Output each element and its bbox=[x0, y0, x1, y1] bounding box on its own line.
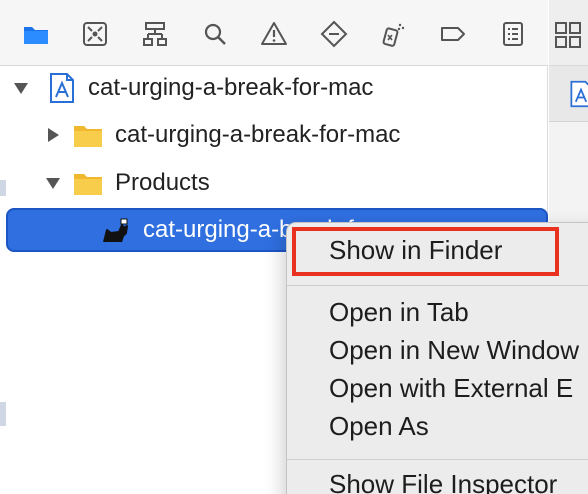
project-label: cat-urging-a-break-for-mac bbox=[88, 74, 374, 101]
menu-item-open-with-external[interactable]: Open with External E bbox=[329, 373, 573, 404]
source-control-icon[interactable] bbox=[75, 14, 115, 54]
warning-icon[interactable] bbox=[254, 14, 294, 54]
xcode-project-icon bbox=[46, 72, 78, 104]
report-list-icon[interactable] bbox=[493, 14, 533, 54]
menu-item-open-in-new-window[interactable]: Open in New Window bbox=[329, 335, 579, 366]
menu-item-open-in-tab[interactable]: Open in Tab bbox=[329, 297, 469, 328]
symbol-hierarchy-icon[interactable] bbox=[135, 14, 175, 54]
editor-tab-bar[interactable] bbox=[549, 66, 588, 122]
cat-app-icon bbox=[100, 216, 132, 248]
xcode-project-icon bbox=[570, 80, 588, 108]
menu-item-show-file-inspector[interactable]: Show File Inspector bbox=[329, 469, 557, 494]
navigator-toolbar bbox=[0, 0, 548, 66]
grid-layout-icon bbox=[555, 22, 581, 48]
folder-icon bbox=[72, 167, 104, 199]
search-icon[interactable] bbox=[195, 14, 235, 54]
breakpoint-tag-icon[interactable] bbox=[433, 14, 473, 54]
annotation-highlight-box bbox=[292, 227, 559, 276]
folder-icon[interactable] bbox=[16, 14, 56, 54]
debug-spray-icon[interactable] bbox=[373, 14, 413, 54]
gutter-mark bbox=[0, 402, 6, 426]
editor-toolbar bbox=[549, 0, 588, 66]
folder-icon bbox=[72, 119, 104, 151]
menu-separator bbox=[287, 285, 588, 286]
tree-row-project[interactable]: cat-urging-a-break-for-mac bbox=[0, 66, 548, 110]
disclosure-collapsed-icon[interactable] bbox=[42, 124, 64, 146]
folder-label: cat-urging-a-break-for-mac bbox=[115, 121, 401, 148]
disclosure-expanded-icon[interactable] bbox=[42, 172, 64, 194]
gutter-mark bbox=[0, 180, 6, 196]
disclosure-expanded-icon[interactable] bbox=[10, 77, 32, 99]
menu-item-open-as[interactable]: Open As bbox=[329, 411, 429, 442]
test-diamond-icon[interactable] bbox=[314, 14, 354, 54]
menu-separator bbox=[287, 459, 588, 460]
tree-row-products[interactable]: Products bbox=[0, 161, 548, 205]
tree-row-folder[interactable]: cat-urging-a-break-for-mac bbox=[0, 113, 548, 157]
products-label: Products bbox=[115, 169, 210, 196]
